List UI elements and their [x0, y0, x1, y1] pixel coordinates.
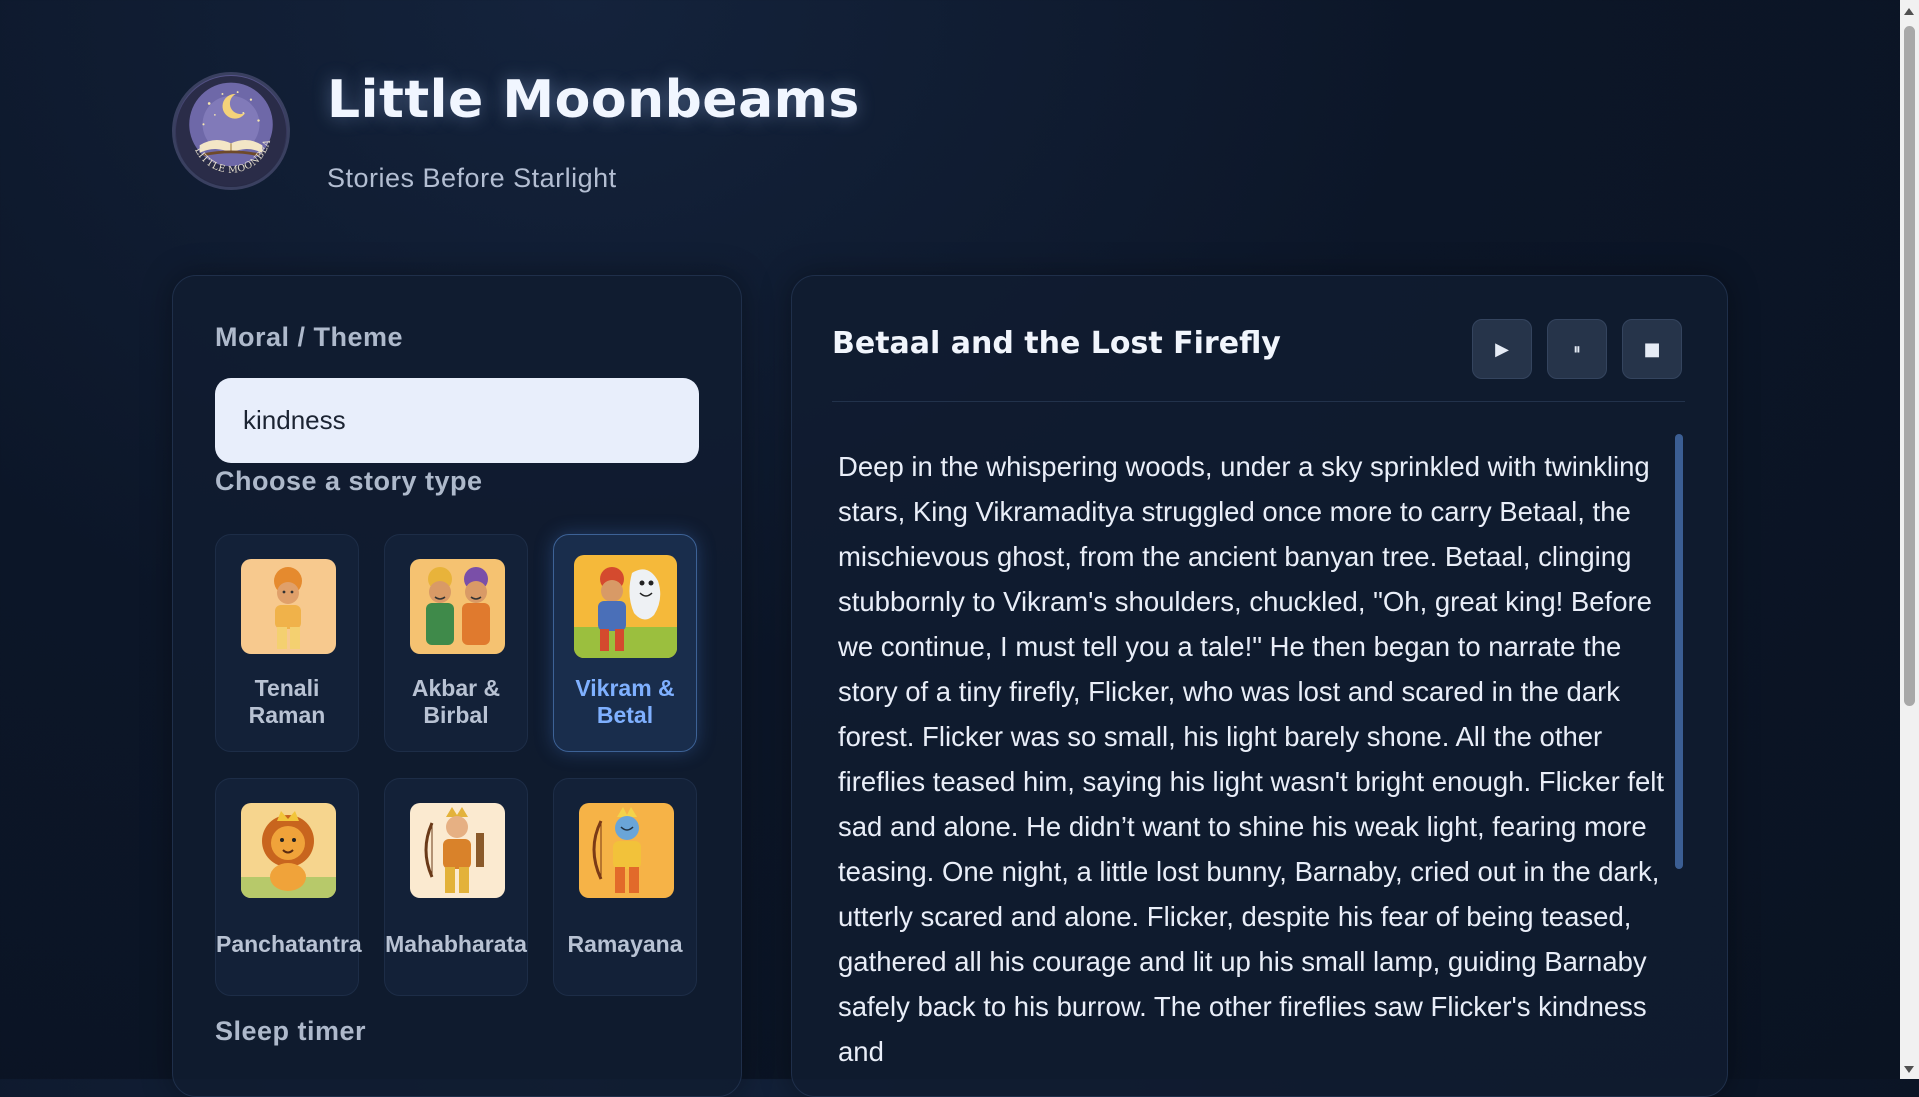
story-type-label: Tenali Raman	[248, 675, 326, 728]
story-type-mahabharata[interactable]: Mahabharata	[384, 778, 528, 996]
story-type-label: Mahabharata	[385, 931, 527, 957]
sleep-timer-label: Sleep timer	[215, 1016, 367, 1046]
stop-button[interactable]: ■	[1622, 319, 1682, 379]
story-text: Deep in the whispering woods, under a sk…	[838, 451, 1665, 1067]
akbar-birbal-icon	[410, 559, 505, 654]
moon-book-logo-icon: LITTLE MOONBEAMS	[172, 72, 290, 190]
lion-icon	[241, 803, 336, 898]
scroll-down-icon[interactable]	[1904, 1066, 1914, 1073]
page-scrollbar[interactable]	[1900, 0, 1919, 1079]
tenali-raman-icon	[241, 559, 336, 654]
app-subtitle: Stories Before Starlight	[327, 163, 617, 193]
story-type-label: Vikram & Betal	[575, 675, 675, 728]
story-type-akbar-birbal[interactable]: Akbar & Birbal	[384, 534, 528, 752]
story-type-label: Akbar & Birbal	[411, 675, 501, 728]
pause-button[interactable]: ⏸	[1547, 319, 1607, 379]
story-title: Betaal and the Lost Firefly	[832, 326, 1281, 361]
rama-archer-icon	[579, 803, 674, 898]
app-title: Little Moonbeams	[327, 70, 860, 130]
theme-label: Moral / Theme	[215, 322, 404, 352]
story-type-panchatantra[interactable]: Panchatantra	[215, 778, 362, 996]
settings-panel: Moral / Theme Choose a story type Tenali…	[172, 275, 742, 1097]
story-type-ramayana[interactable]: Ramayana	[553, 778, 697, 996]
play-button[interactable]: ▶	[1472, 319, 1532, 379]
scroll-up-icon[interactable]	[1904, 8, 1914, 15]
story-type-label: Ramayana	[567, 931, 683, 957]
story-type-tenali-raman[interactable]: Tenali Raman	[215, 534, 359, 752]
pause-icon: ⏸	[1573, 340, 1581, 358]
story-type-vikram-betal[interactable]: Vikram & Betal	[553, 534, 697, 752]
archer-warrior-icon	[410, 803, 505, 898]
page: LITTLE MOONBEAMS Little Moonbeams Storie…	[0, 0, 1900, 1097]
stop-icon: ■	[1643, 338, 1661, 360]
divider	[832, 401, 1685, 402]
play-icon: ▶	[1495, 338, 1509, 360]
story-scrollbar[interactable]	[1675, 434, 1683, 869]
vikram-betal-icon	[574, 555, 677, 658]
scroll-thumb[interactable]	[1904, 26, 1915, 706]
story-type-label: Choose a story type	[215, 466, 483, 496]
story-type-label: Panchatantra	[216, 931, 362, 957]
story-panel: Betaal and the Lost Firefly ▶ ⏸ ■ Deep i…	[791, 275, 1728, 1097]
theme-input[interactable]	[215, 378, 699, 463]
